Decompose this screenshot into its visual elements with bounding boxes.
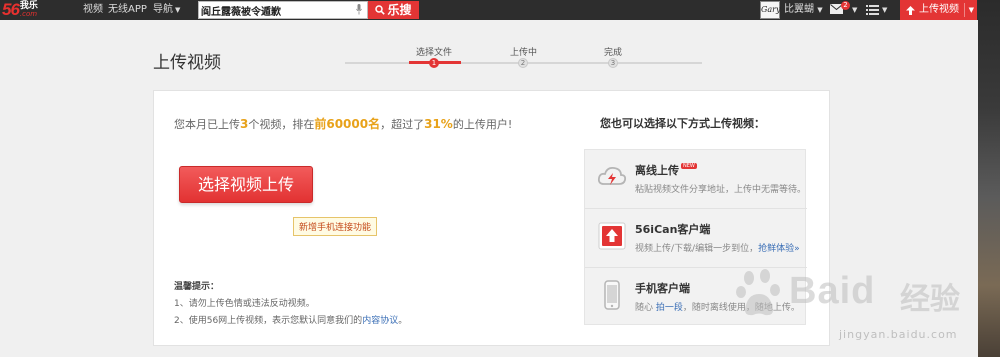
step-label-select-file: 选择文件 [416,48,453,58]
upload-stats: 您本月已上传3个视频，排在前60000名，超过了31%的上传用户! [174,115,512,132]
nav-navigation-label: 导航 [153,4,173,15]
content-agreement-link[interactable]: 内容协议 [362,316,398,326]
nav-wireless-app[interactable]: 无线APP [108,0,147,20]
shoot-clip-link[interactable]: 拍一段 [656,303,683,313]
step-label-uploading: 上传中 [510,48,538,58]
cloud-lightning-icon [597,166,627,185]
step-label-complete: 完成 [604,48,623,58]
alt-method-desc-text: 随心 [635,303,654,313]
upload-panel: 您本月已上传3个视频，排在前60000名，超过了31%的上传用户! 选择视频上传… [153,90,830,346]
username: 比翼蝴 [784,4,814,15]
try-now-link[interactable]: 抢鲜体验» [758,244,800,254]
chevron-down-icon: ▼ [817,6,823,14]
stats-text: 的上传用户! [452,118,513,131]
search-button[interactable]: 乐搜 [368,1,419,19]
alt-method-name: 离线上传 [635,164,679,177]
list-menu-icon[interactable] [866,5,879,15]
step-1-indicator: 1 [429,58,439,68]
avatar[interactable]: Gary [760,1,781,19]
logo-cn: 我乐 [19,1,38,11]
site-logo[interactable]: 56 我乐 .com [2,1,38,19]
watermark-url: jingyan.baidu.com [839,328,958,341]
chevron-down-icon: ▼ [175,6,181,14]
chevron-down-icon[interactable]: ▼ [969,0,974,20]
new-feature-tooltip: 新增手机连接功能 [293,217,378,236]
new-badge: NEW [681,163,697,169]
search-input[interactable] [201,2,349,18]
select-video-upload-button[interactable]: 选择视频上传 [179,166,313,203]
upload-rank: 前60000名 [314,117,381,131]
logo-com: .com [19,10,38,18]
alt-method-56ican[interactable]: 56iCan客户端 视频上传/下载/编辑一步到位，抢鲜体验» [585,208,807,266]
tip-text: 。 [398,316,408,326]
alt-method-name: 56iCan客户端 [635,223,711,236]
watermark-text: Baid [789,270,876,312]
upload-video-button[interactable]: 上传视频 ▼ [900,0,977,20]
upload-video-button-label: 上传视频 [919,4,959,15]
window-edge [978,0,1000,357]
divider [964,3,965,17]
microphone-icon[interactable] [356,4,362,15]
alt-method-desc: 视频上传/下载/编辑一步到位，抢鲜体验» [635,241,800,254]
alt-method-offline[interactable]: 离线上传 NEW 粘贴视频文件分享地址，上传中无需等待。 [585,150,807,208]
tip-item: 2、使用56网上传视频，表示您默认同意我们的内容协议。 [174,313,407,326]
upload-arrow-icon [906,5,915,15]
upload-percent: 31% [424,117,453,131]
alt-methods-title: 您也可以选择以下方式上传视频： [600,117,765,130]
logo-number: 56 [2,0,20,19]
chevron-down-icon[interactable]: ▼ [882,0,887,20]
mobile-phone-icon [604,280,620,310]
chevron-down-icon[interactable]: ▼ [852,0,857,20]
alt-method-name: 手机客户端 [635,282,690,295]
alt-method-desc-text: 视频上传/下载/编辑一步到位， [635,244,759,254]
stats-text: 个视频，排在 [248,118,315,131]
stats-text: 您本月已上传 [174,118,240,131]
upload-arrow-icon [598,222,626,250]
search-button-label: 乐搜 [387,3,412,17]
top-navigation-bar: 56 我乐 .com 视频 无线APP 导航▼ 乐搜 Gary 比翼蝴 ▼ 2 … [0,0,1000,20]
tips-title: 温馨提示： [174,282,220,292]
stats-text: ，超过了 [380,118,425,131]
paw-icon [736,269,780,316]
step-2-indicator: 2 [518,58,528,68]
search-icon [375,5,386,15]
watermark-cn: 经验 [900,282,960,317]
search-box [198,1,368,19]
nav-navigation[interactable]: 导航 ▼ [153,0,180,20]
baidu-watermark: Baid 经验 jingyan.baidu.com [735,262,975,347]
tip-text: 2、使用56网上传视频，表示您默认同意我们的 [174,316,363,326]
username-menu[interactable]: 比翼蝴 ▼ [784,0,823,20]
tip-text: 1、请勿上传色情或违法反动视频。 [174,299,315,309]
mail-count-badge: 2 [841,1,850,10]
tip-item: 1、请勿上传色情或违法反动视频。 [174,296,315,309]
logo-brand: 我乐 .com [19,1,38,19]
page-title: 上传视频 [153,53,221,73]
step-3-indicator: 3 [608,58,618,68]
nav-video[interactable]: 视频 [83,0,103,20]
alt-method-desc: 粘贴视频文件分享地址，上传中无需等待。 [635,185,807,195]
